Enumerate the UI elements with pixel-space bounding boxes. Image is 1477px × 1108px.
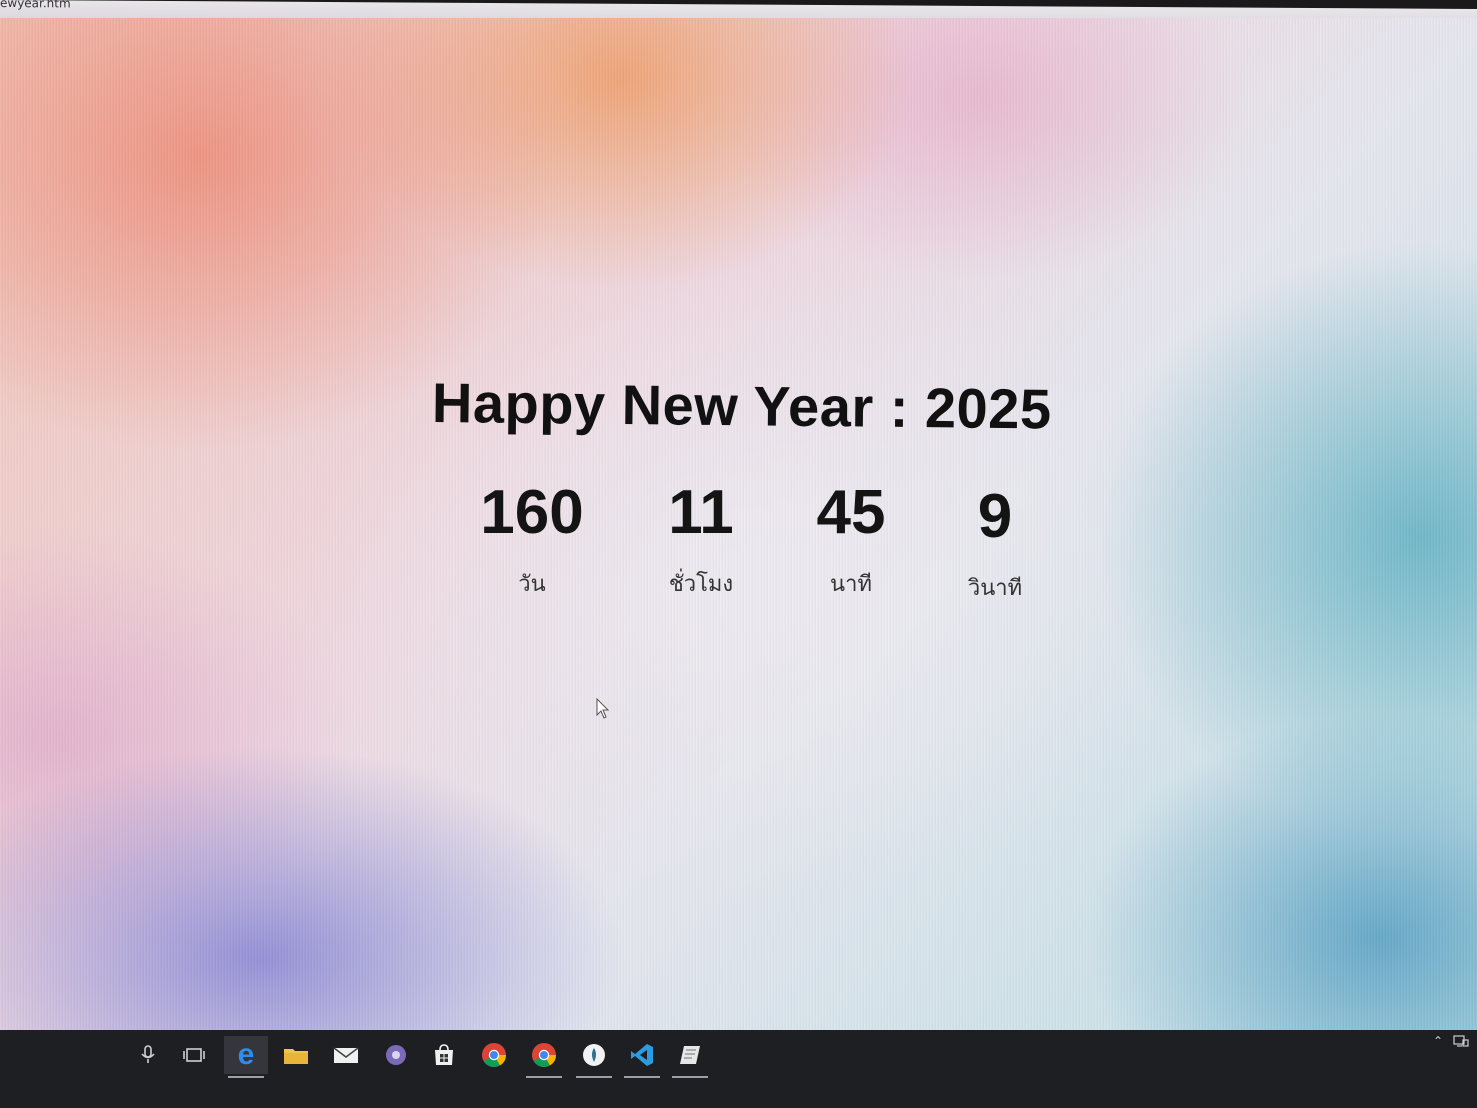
- countdown-hours-value: 11: [668, 478, 734, 547]
- mail-icon[interactable]: [324, 1036, 368, 1074]
- screen: ewyear.htm Happy New Year : 2025 160 วัน…: [0, 0, 1477, 1108]
- task-view-icon[interactable]: [172, 1036, 216, 1074]
- vscode-icon[interactable]: [620, 1036, 664, 1078]
- countdown-seconds: 9 วินาที: [940, 480, 1050, 605]
- address-text[interactable]: ewyear.htm: [0, 0, 71, 10]
- file-explorer-icon[interactable]: [274, 1036, 318, 1074]
- countdown-seconds-value: 9: [977, 482, 1013, 551]
- page-title: Happy New Year : 2025: [431, 371, 1052, 441]
- app-drop-icon[interactable]: [572, 1036, 616, 1078]
- countdown-days-value: 160: [480, 478, 584, 547]
- mouse-cursor-icon: [596, 698, 610, 719]
- chrome-icon[interactable]: [522, 1036, 566, 1078]
- microphone-icon[interactable]: [126, 1036, 170, 1074]
- system-tray: ⌃: [1433, 1030, 1469, 1052]
- countdown-days-label: วัน: [518, 572, 546, 597]
- chrome-icon[interactable]: [472, 1036, 516, 1074]
- taskbar: e ⌃: [0, 1030, 1477, 1108]
- countdown-seconds-label: วินาที: [967, 576, 1023, 601]
- countdown-minutes-value: 45: [816, 478, 886, 547]
- chevron-up-icon[interactable]: ⌃: [1433, 1034, 1443, 1048]
- countdown-hours-label: ชั่วโมง: [668, 572, 734, 597]
- network-icon[interactable]: [1453, 1034, 1469, 1048]
- countdown-days: 160 วัน: [466, 476, 598, 601]
- microsoft-store-icon[interactable]: [422, 1036, 466, 1074]
- edge-browser-icon[interactable]: e: [224, 1036, 268, 1078]
- notes-app-icon[interactable]: [668, 1036, 712, 1078]
- countdown-hours: 11 ชั่วโมง: [646, 476, 756, 601]
- countdown-minutes-label: นาที: [830, 572, 872, 597]
- media-player-icon[interactable]: [374, 1036, 418, 1074]
- countdown-minutes: 45 นาที: [796, 476, 906, 601]
